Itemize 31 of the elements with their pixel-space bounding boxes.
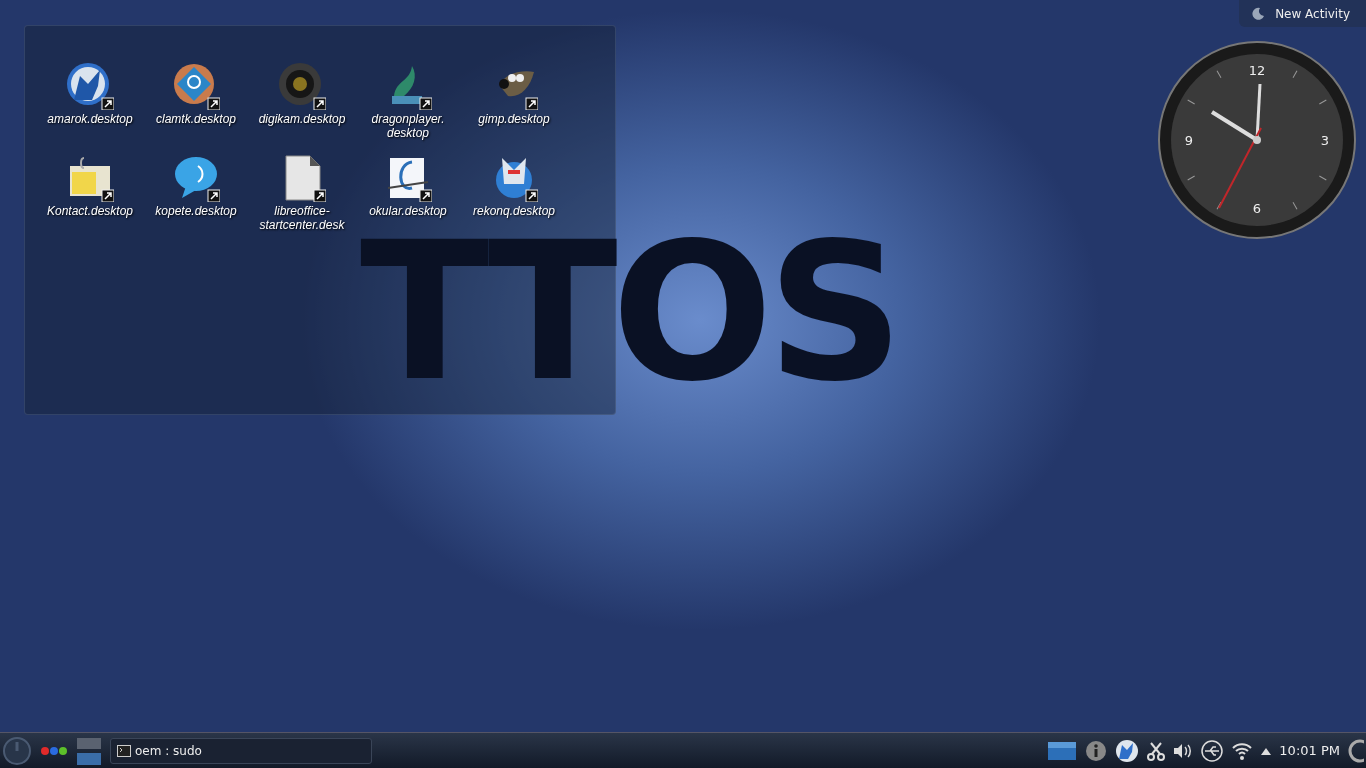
file-name-label[interactable]: clamtk.desktop (155, 112, 236, 126)
file-name-label[interactable]: libreoffice-startcenter.desk (250, 204, 354, 232)
clock-numeral: 9 (1184, 133, 1194, 148)
wolf-app-icon[interactable] (66, 62, 114, 110)
wifi-icon[interactable] (1231, 740, 1254, 761)
file-name-label[interactable]: gimp.desktop (478, 112, 550, 126)
file-name-label[interactable]: Kontact.desktop (46, 204, 134, 218)
file-name-label[interactable]: dragonplayer.desktop (356, 112, 460, 140)
file-name-label[interactable]: digikam.desktop (258, 112, 346, 126)
power-menu-icon[interactable] (2, 735, 32, 766)
clock-numeral: 3 (1320, 133, 1330, 148)
desktop-pager-icon[interactable] (76, 735, 102, 766)
terminal-icon (117, 744, 131, 757)
activity-icon (1251, 6, 1266, 21)
screen-icon[interactable] (1047, 739, 1078, 762)
task-button[interactable]: oem : sudo (110, 737, 372, 764)
expand-tray-icon[interactable] (1261, 746, 1272, 755)
lens-app-icon[interactable] (278, 62, 326, 110)
clock-time[interactable]: 10:01 PM (1279, 743, 1340, 758)
file-name-label[interactable]: amarok.desktop (47, 112, 133, 126)
info-icon[interactable] (1085, 739, 1108, 762)
file-name-label[interactable]: kopete.desktop (155, 204, 237, 218)
clock-numeral: 6 (1252, 201, 1262, 216)
volume-icon[interactable] (1173, 741, 1194, 760)
activities-icon[interactable] (40, 745, 68, 756)
usb-icon[interactable] (1201, 739, 1224, 762)
wolf-icon[interactable] (1115, 738, 1140, 763)
new-activity-button[interactable]: New Activity (1239, 0, 1366, 27)
chat-app-icon[interactable] (172, 154, 220, 202)
scissors-icon[interactable] (1147, 740, 1166, 761)
clock-numeral: 12 (1248, 63, 1266, 78)
